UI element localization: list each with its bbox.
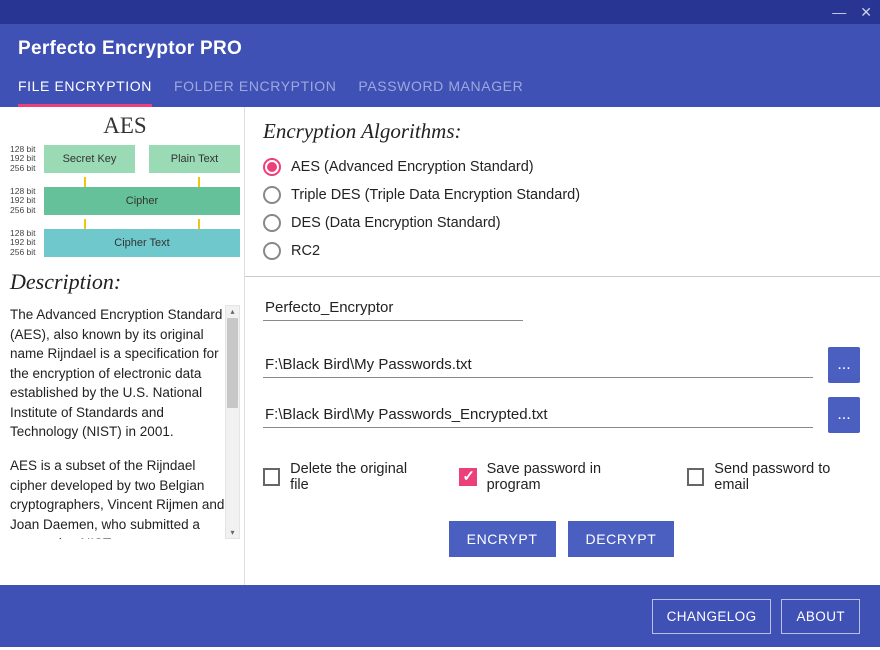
action-buttons: ENCRYPT DECRYPT [263, 521, 860, 557]
left-panel: AES 128 bit 192 bit 256 bit Secret Key P… [0, 107, 245, 585]
footer: CHANGELOG ABOUT [0, 585, 880, 647]
radio-rc2[interactable]: RC2 [263, 242, 860, 260]
options-row: Delete the original file Save password i… [263, 461, 860, 493]
radio-indicator-icon [263, 214, 281, 232]
block-cipher-text: Cipher Text [44, 229, 240, 257]
aes-diagram: 128 bit 192 bit 256 bit Secret Key Plain… [10, 145, 240, 257]
algorithm-radios: AES (Advanced Encryption Standard) Tripl… [263, 158, 860, 260]
checkbox-icon [459, 468, 476, 486]
tab-password-manager[interactable]: PASSWORD MANAGER [358, 78, 523, 107]
algorithms-heading: Encryption Algorithms: [263, 119, 860, 144]
diagram-title: AES [10, 113, 240, 139]
title-bar: — ✕ [0, 0, 880, 24]
app-title: Perfecto Encryptor PRO [18, 38, 862, 60]
check-send-email[interactable]: Send password to email [687, 461, 860, 493]
radio-aes[interactable]: AES (Advanced Encryption Standard) [263, 158, 860, 176]
checkbox-icon [263, 468, 280, 486]
browse-source-button[interactable]: ... [828, 347, 860, 383]
block-secret-key: Secret Key [44, 145, 135, 173]
decrypt-button[interactable]: DECRYPT [568, 521, 675, 557]
radio-indicator-icon [263, 158, 281, 176]
check-delete-original[interactable]: Delete the original file [263, 461, 421, 493]
tabs: FILE ENCRYPTION FOLDER ENCRYPTION PASSWO… [18, 78, 862, 107]
about-button[interactable]: ABOUT [781, 599, 860, 634]
source-path-field[interactable] [263, 352, 813, 378]
tab-file-encryption[interactable]: FILE ENCRYPTION [18, 78, 152, 107]
description-scrollbar[interactable]: ▴ ▾ [225, 305, 240, 539]
divider [245, 276, 880, 277]
minimize-icon[interactable]: — [832, 5, 846, 19]
block-plain-text: Plain Text [149, 145, 240, 173]
encrypt-button[interactable]: ENCRYPT [449, 521, 556, 557]
block-cipher: Cipher [44, 187, 240, 215]
radio-triple-des[interactable]: Triple DES (Triple Data Encryption Stand… [263, 186, 860, 204]
bits-label: 128 bit 192 bit 256 bit [10, 145, 40, 173]
description-heading: Description: [10, 269, 240, 295]
changelog-button[interactable]: CHANGELOG [652, 599, 772, 634]
header: Perfecto Encryptor PRO FILE ENCRYPTION F… [0, 24, 880, 107]
password-field[interactable] [263, 295, 523, 321]
scroll-up-icon[interactable]: ▴ [226, 307, 239, 316]
radio-indicator-icon [263, 242, 281, 260]
check-save-password[interactable]: Save password in program [459, 461, 649, 493]
scroll-thumb[interactable] [227, 318, 238, 408]
close-icon[interactable]: ✕ [860, 5, 872, 19]
tab-folder-encryption[interactable]: FOLDER ENCRYPTION [174, 78, 336, 107]
checkbox-icon [687, 468, 704, 486]
description-body: The Advanced Encryption Standard (AES), … [10, 305, 240, 539]
dest-path-field[interactable] [263, 402, 813, 428]
radio-des[interactable]: DES (Data Encryption Standard) [263, 214, 860, 232]
browse-dest-button[interactable]: ... [828, 397, 860, 433]
right-panel: Encryption Algorithms: AES (Advanced Enc… [245, 107, 880, 585]
content: AES 128 bit 192 bit 256 bit Secret Key P… [0, 107, 880, 585]
scroll-down-icon[interactable]: ▾ [226, 528, 239, 537]
radio-indicator-icon [263, 186, 281, 204]
